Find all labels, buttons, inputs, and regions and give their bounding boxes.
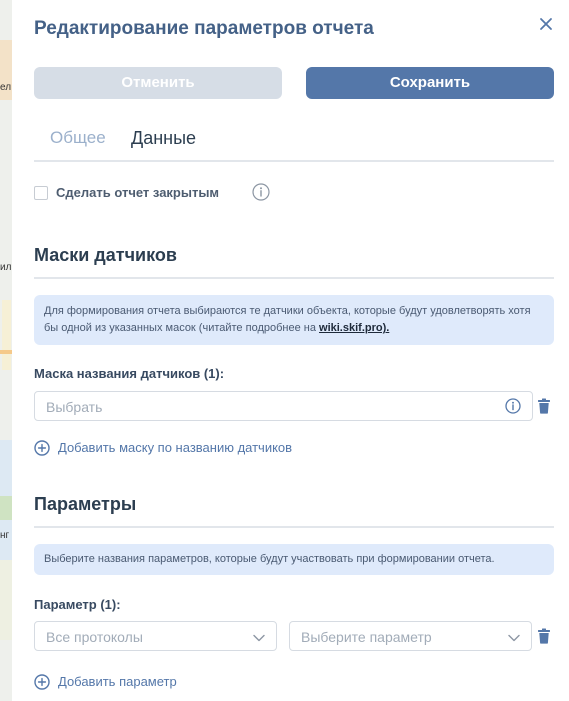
map-label: нг	[0, 530, 10, 541]
info-icon[interactable]	[505, 398, 521, 414]
divider	[34, 277, 554, 279]
private-report-label[interactable]: Сделать отчет закрытым	[56, 185, 219, 200]
private-report-checkbox[interactable]	[34, 186, 48, 200]
map-road	[0, 350, 12, 354]
map-label: ел	[0, 82, 12, 93]
chevron-down-icon	[508, 634, 520, 642]
add-sensor-mask-label: Добавить маску по названию датчиков	[58, 440, 293, 455]
screen: ел ил нг Редактирование параметров отчет…	[0, 0, 569, 701]
cancel-button[interactable]: Отменить	[34, 67, 282, 99]
tab-data[interactable]: Данные	[131, 128, 196, 149]
sensor-mask-label: Маска названия датчиков (1):	[34, 366, 225, 381]
parameter-select[interactable]: Выберите параметр	[289, 621, 532, 651]
parameter-placeholder: Выберите параметр	[301, 629, 432, 645]
close-icon	[540, 18, 552, 30]
delete-parameter-icon[interactable]	[537, 628, 551, 644]
map-area	[2, 300, 11, 370]
parameter-label: Параметр (1):	[34, 597, 121, 612]
report-settings-panel: Редактирование параметров отчета Отменит…	[12, 0, 569, 701]
map-area	[0, 496, 12, 520]
dialog-title: Редактирование параметров отчета	[34, 18, 374, 39]
add-parameter-label: Добавить параметр	[58, 674, 177, 689]
sensor-masks-note: Для формирования отчета выбираются те да…	[34, 295, 554, 345]
map-label: ил	[0, 262, 12, 273]
parameters-note: Выберите названия параметров, которые бу…	[34, 544, 554, 575]
chevron-down-icon	[253, 634, 265, 642]
tab-bar: Общее Данные	[34, 128, 554, 162]
delete-mask-icon[interactable]	[537, 398, 551, 414]
plus-circle-icon	[34, 674, 50, 690]
wiki-link[interactable]: wiki.skif.pro).	[319, 322, 389, 334]
info-icon[interactable]	[252, 183, 270, 201]
close-button[interactable]	[536, 14, 556, 34]
divider	[34, 526, 554, 528]
sensor-mask-input[interactable]: Выбрать	[34, 391, 533, 421]
tab-general[interactable]: Общее	[50, 128, 106, 148]
save-button[interactable]: Сохранить	[306, 67, 554, 99]
map-area	[0, 560, 12, 640]
protocol-placeholder: Все протоколы	[46, 629, 143, 645]
parameters-title: Параметры	[34, 494, 137, 514]
sensor-mask-placeholder: Выбрать	[46, 399, 103, 415]
sensor-masks-title: Маски датчиков	[34, 245, 177, 265]
protocol-select[interactable]: Все протоколы	[34, 621, 277, 651]
sensor-masks-note-text: Для формирования отчета выбираются те да…	[44, 305, 531, 334]
plus-circle-icon	[34, 440, 50, 456]
